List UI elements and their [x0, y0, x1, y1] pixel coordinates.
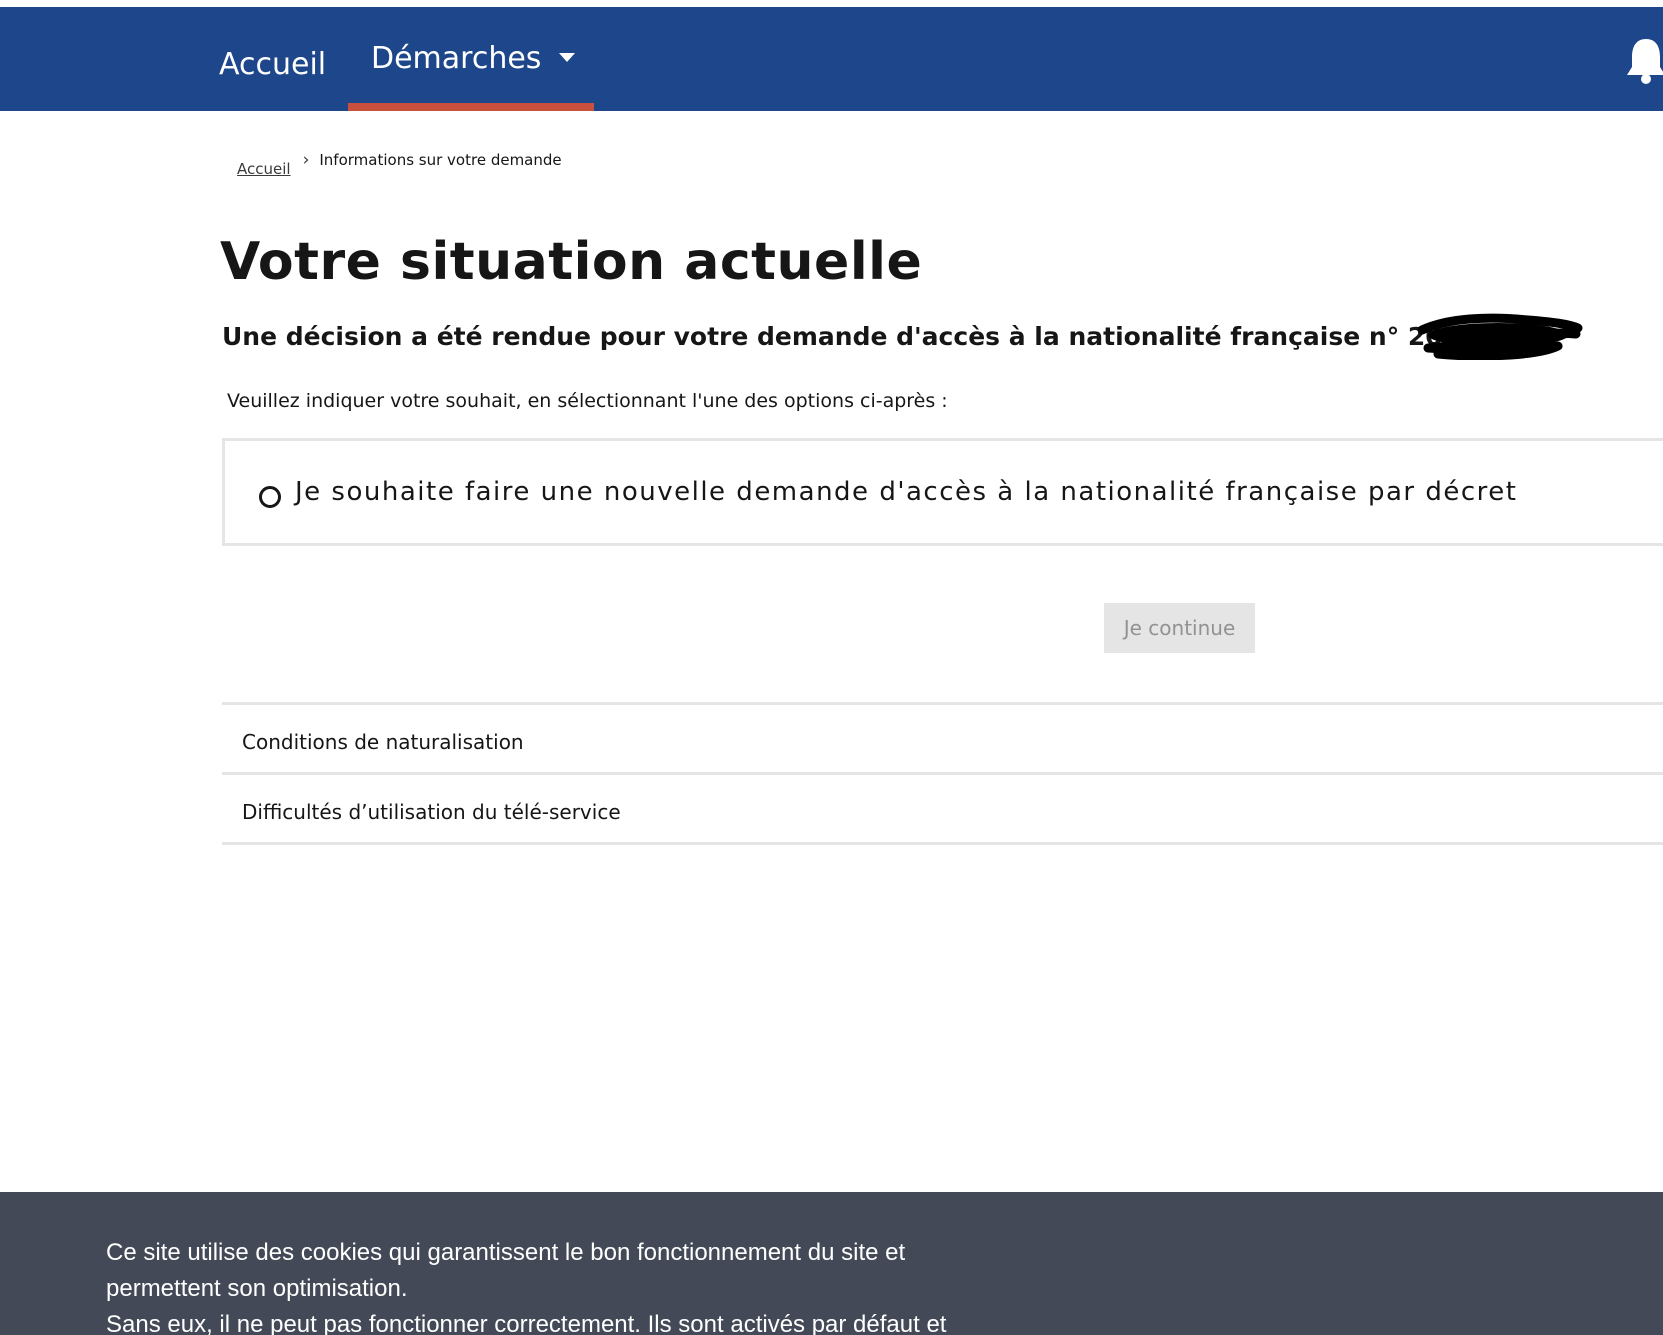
cookie-text-line: Ce site utilise des cookies qui garantis… [106, 1239, 906, 1266]
cookie-banner: Ce site utilise des cookies qui garantis… [0, 1192, 1663, 1335]
decision-statement: Une décision a été rendue pour votre dem… [222, 322, 1497, 351]
radio-button[interactable] [259, 486, 281, 508]
accordion-divider [222, 702, 1663, 705]
chevron-right-icon: › [302, 150, 310, 170]
cookie-text: Ce site utilise des cookies qui garantis… [106, 1235, 1026, 1335]
main-navbar: Accueil Démarches [0, 7, 1663, 111]
option-label: Je souhaite faire une nouvelle demande d… [295, 477, 1518, 507]
breadcrumb-current: Informations sur votre demande [319, 151, 562, 169]
redaction-scribble [1418, 313, 1583, 360]
top-strip [0, 0, 1663, 7]
continue-button[interactable]: Je continue [1104, 603, 1255, 653]
accordion-difficultes-teleservice[interactable]: Difficultés d’utilisation du télé-servic… [242, 800, 621, 824]
accordion-conditions-naturalisation[interactable]: Conditions de naturalisation [242, 730, 524, 754]
nav-active-indicator [348, 103, 594, 111]
option-new-decree-request[interactable]: Je souhaite faire une nouvelle demande d… [222, 438, 1663, 546]
breadcrumb: Accueil › Informations sur votre demande [237, 150, 562, 178]
accordion-divider [222, 842, 1663, 845]
page-title: Votre situation actuelle [220, 232, 923, 292]
breadcrumb-home-link[interactable]: Accueil [237, 160, 291, 178]
accordion-divider [222, 772, 1663, 775]
instruction-text: Veuillez indiquer votre souhait, en séle… [227, 390, 948, 412]
cookie-text-line: permettent son optimisation. [106, 1275, 408, 1302]
bell-icon[interactable] [1626, 35, 1663, 85]
cookie-text-line: Sans eux, il ne peut pas fonctionner cor… [106, 1311, 947, 1335]
nav-accueil[interactable]: Accueil [219, 47, 326, 83]
caret-down-icon [559, 53, 576, 62]
nav-demarches-label: Démarches [371, 41, 542, 76]
nav-demarches-dropdown[interactable]: Démarches [371, 41, 576, 77]
